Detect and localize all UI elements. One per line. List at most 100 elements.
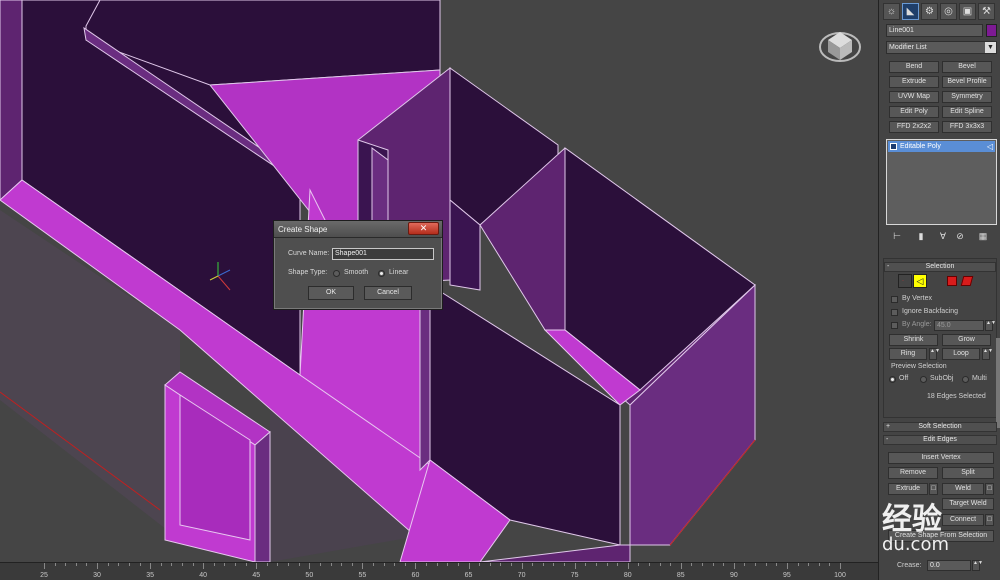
by-vertex-checkbox[interactable] [891, 296, 898, 303]
ok-button[interactable]: OK [308, 286, 354, 300]
timeline-tick-label: 65 [464, 572, 473, 579]
timeline-tick-mark [564, 563, 566, 566]
crease-spinner[interactable]: 0.0 [927, 560, 971, 571]
timeline-tick-mark [595, 563, 597, 566]
sun-icon[interactable]: ☼ [883, 3, 900, 20]
selection-rollout-header[interactable]: - Selection [884, 262, 996, 272]
extrude-settings-icon[interactable]: □ [929, 483, 938, 495]
timeline-tick-mark [702, 563, 704, 566]
configure-icon[interactable]: ▦ [977, 230, 989, 242]
weld-button[interactable]: Weld [942, 483, 984, 495]
insert-vertex-button[interactable]: Insert Vertex [888, 452, 994, 464]
soft-selection-rollout-header[interactable]: + Soft Selection [883, 422, 997, 432]
edit-edges-rollout-header[interactable]: - Edit Edges [883, 435, 997, 445]
preview-multi-radio[interactable] [962, 376, 969, 383]
ring-button[interactable]: Ring [889, 348, 927, 360]
timeline-tick-label: 95 [783, 572, 791, 579]
modifier-button-edit-poly[interactable]: Edit Poly [889, 106, 939, 118]
weld-settings-icon[interactable]: □ [985, 483, 994, 495]
loop-spinner-icon[interactable]: ▲▼ [982, 348, 993, 360]
smooth-radio[interactable] [333, 270, 340, 277]
create-shape-from-selection-button[interactable]: Create Shape From Selection [888, 530, 994, 542]
preview-off-label: Off [899, 375, 909, 382]
pin-stack-icon[interactable]: ⊢ [891, 230, 903, 242]
stack-item-editable-poly[interactable]: Editable Poly ◁ [888, 141, 995, 152]
remove-modifier-icon[interactable]: ⊘ [954, 230, 966, 242]
panel-scrollbar[interactable] [996, 338, 1000, 428]
timeline-tick-mark [691, 563, 693, 566]
modifier-button-ffd-2x2x2[interactable]: FFD 2x2x2 [889, 121, 939, 133]
viewcube-icon[interactable] [819, 32, 861, 62]
crease-label: Crease: [897, 562, 922, 569]
timeline-tick-label: 55 [358, 572, 367, 579]
shrink-button[interactable]: Shrink [889, 334, 938, 346]
grow-button[interactable]: Grow [942, 334, 991, 346]
timeline-tick-label: 80 [623, 572, 632, 579]
modifier-button-symmetry[interactable]: Symmetry [942, 91, 992, 103]
show-result-icon[interactable]: ▮ [915, 230, 927, 242]
ring-spinner-icon[interactable]: ▲▼ [929, 348, 940, 360]
timeline-tick-mark [585, 563, 587, 566]
ignore-backfacing-checkbox[interactable] [891, 309, 898, 316]
motion-icon[interactable]: ◎ [940, 3, 957, 20]
linear-radio[interactable] [378, 270, 385, 277]
chevron-down-icon: ▼ [985, 42, 996, 53]
timeline-tick-mark [500, 563, 502, 566]
timeline-tick-mark [829, 563, 831, 566]
object-color-swatch[interactable] [986, 24, 997, 37]
command-panel: ☼ ◣ ⚙ ◎ ▣ ⚒ Line001 Modifier List ▼ Bend Bevel… [878, 0, 1000, 580]
modifier-button-edit-spline[interactable]: Edit Spline [942, 106, 992, 118]
modifier-button-bevel-profile[interactable]: Bevel Profile [942, 76, 992, 88]
timeline-tick-mark [765, 563, 767, 566]
connect-button[interactable]: Connect [942, 514, 984, 526]
remove-button[interactable]: Remove [888, 467, 938, 479]
modifier-button-extrude[interactable]: Extrude [889, 76, 939, 88]
modifier-button-bevel[interactable]: Bevel [942, 61, 992, 73]
curve-name-label: Curve Name: [288, 250, 330, 257]
modifier-button-uvw-map[interactable]: UVW Map [889, 91, 939, 103]
modifier-list-label: Modifier List [889, 44, 927, 51]
make-unique-icon[interactable]: ∀ [937, 230, 949, 242]
modifier-button-bend[interactable]: Bend [889, 61, 939, 73]
timeline-tick-mark [542, 563, 544, 566]
timeline-tick-mark [171, 563, 173, 566]
spinner-arrows-icon[interactable]: ▲▼ [985, 320, 996, 331]
display-icon[interactable]: ▣ [959, 3, 976, 20]
preview-off-radio[interactable] [889, 376, 896, 383]
utilities-icon[interactable]: ⚒ [978, 3, 995, 20]
expand-icon[interactable] [890, 143, 897, 150]
timeline-tick-mark [659, 563, 661, 566]
vertex-mode-button[interactable]: · [898, 274, 912, 288]
modifier-stack[interactable]: Editable Poly ◁ [886, 139, 997, 225]
close-button[interactable]: ✕ [408, 222, 439, 235]
object-name-field[interactable]: Line001 [886, 24, 983, 37]
timeline-tick-mark [288, 563, 290, 566]
element-mode-button[interactable] [960, 276, 974, 286]
timeline-ruler[interactable]: 25 30 35 40 45 50 55 60 65 70 75 80 85 90 95 100 [0, 562, 878, 580]
by-angle-checkbox[interactable] [891, 322, 898, 329]
timeline-tick-mark [670, 563, 672, 566]
modifier-button-ffd-3x3x3[interactable]: FFD 3x3x3 [942, 121, 992, 133]
cancel-button[interactable]: Cancel [364, 286, 412, 300]
polygon-mode-button[interactable] [947, 276, 957, 286]
timeline-tick-mark [319, 563, 321, 566]
curve-name-input[interactable]: Shape001 [332, 248, 434, 260]
angle-spinner[interactable]: 45.0 [934, 320, 984, 331]
target-weld-button[interactable]: Target Weld [942, 498, 994, 510]
modifier-list-dropdown[interactable]: Modifier List ▼ [886, 41, 997, 54]
split-button[interactable]: Split [942, 467, 994, 479]
loop-button[interactable]: Loop [942, 348, 980, 360]
timeline-tick-mark [118, 563, 120, 566]
modify-icon[interactable]: ◣ [902, 3, 919, 20]
edge-mode-button[interactable]: ◁ [913, 274, 927, 288]
timeline-tick-mark [648, 563, 650, 566]
by-angle-label: By Angle: [902, 321, 932, 328]
hierarchy-icon[interactable]: ⚙ [921, 3, 938, 20]
extrude-button[interactable]: Extrude [888, 483, 928, 495]
border-mode-button[interactable] [931, 274, 945, 288]
connect-settings-icon[interactable]: □ [985, 514, 994, 526]
timeline-tick-mark [298, 563, 300, 566]
timeline-tick-mark [383, 563, 385, 566]
spinner-arrows-icon[interactable]: ▲▼ [972, 560, 983, 571]
preview-subobj-radio[interactable] [920, 376, 927, 383]
